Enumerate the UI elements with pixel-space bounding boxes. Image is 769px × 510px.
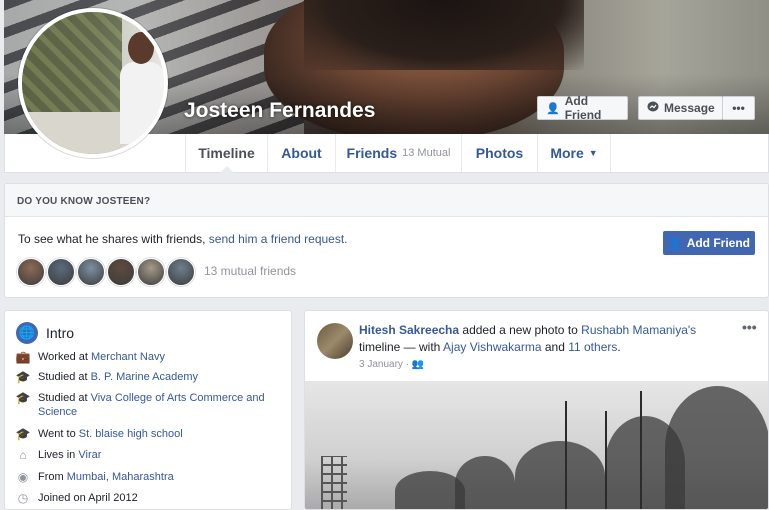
intro-row-prefix: Studied at — [38, 392, 91, 404]
tab-about-label: About — [281, 145, 322, 161]
more-options-label: ••• — [732, 101, 745, 115]
post-menu-button[interactable]: ••• — [742, 319, 757, 335]
tab-photos-label: Photos — [475, 145, 524, 161]
intro-row-link[interactable]: Merchant Navy — [91, 351, 165, 363]
intro-row-prefix: Went to — [38, 428, 79, 440]
intro-row-prefix: Studied at — [38, 371, 91, 383]
tab-timeline-label: Timeline — [198, 145, 255, 161]
tab-friends[interactable]: Friends 13 Mutual — [335, 134, 461, 172]
intro-row-joined-text: Joined on April 2012 — [38, 492, 138, 504]
timeline-post: Hitesh Sakreecha added a new photo to Ru… — [304, 310, 769, 510]
mutual-friends-count[interactable]: 13 mutual friends — [204, 264, 296, 278]
intro-row-from: ◉ From Mumbai, Maharashtra — [15, 470, 275, 484]
avatar-shirt — [120, 62, 164, 144]
intro-row-school: 🎓 Went to St. blaise high school — [15, 427, 275, 441]
mutual-friend-avatar[interactable] — [107, 258, 135, 286]
add-friend-secondary-label: Add Friend — [686, 236, 751, 250]
intro-title-label: Intro — [46, 325, 75, 341]
tab-more[interactable]: More ▼ — [537, 134, 611, 172]
message-button[interactable]: Message — [638, 96, 723, 120]
post-others-link[interactable]: 11 others — [568, 340, 617, 354]
post-action-text: added a new photo to — [459, 323, 582, 337]
intro-row-prefix: From — [38, 471, 67, 483]
friend-request-prompt: To see what he shares with friends, send… — [18, 232, 348, 246]
photo-branch — [640, 391, 642, 509]
prompt-text: To see what he shares with friends, — [18, 232, 209, 246]
intro-row-education-1: 🎓 Studied at B. P. Marine Academy — [15, 370, 275, 384]
intro-row-prefix: Lives in — [38, 449, 79, 461]
intro-row-link[interactable]: B. P. Marine Academy — [91, 371, 198, 383]
add-friend-button-secondary[interactable]: 👤 Add Friend — [663, 231, 755, 255]
profile-picture[interactable] — [18, 8, 168, 158]
graduation-cap-icon: 🎓 — [15, 391, 31, 405]
post-header-text: Hitesh Sakreecha added a new photo to Ru… — [359, 322, 729, 356]
post-photo[interactable] — [305, 381, 768, 509]
profile-name[interactable]: Josteen Fernandes — [184, 99, 375, 123]
send-friend-request-link[interactable]: send him a friend request. — [209, 232, 348, 246]
photo-tree — [515, 441, 605, 509]
intro-row-link[interactable]: St. blaise high school — [79, 428, 183, 440]
avatar-person — [120, 32, 164, 144]
photo-tree — [455, 456, 515, 509]
post-target-link[interactable]: Rushabh Mamaniya's — [581, 323, 696, 337]
intro-row-joined: ◷ Joined on April 2012 — [15, 491, 275, 505]
post-author-avatar[interactable] — [317, 323, 353, 359]
tab-about[interactable]: About — [267, 134, 335, 172]
graduation-cap-icon: 🎓 — [15, 370, 31, 384]
graduation-cap-icon: 🎓 — [15, 427, 31, 441]
intro-title: 🌐 Intro — [16, 322, 74, 344]
intro-row-education-2: 🎓 Studied at Viva College of Arts Commer… — [15, 391, 275, 419]
tab-photos[interactable]: Photos — [461, 134, 537, 172]
post-period: . — [617, 340, 621, 354]
post-and-text: and — [541, 340, 569, 354]
tab-friends-count: 13 Mutual — [402, 147, 451, 159]
photo-branch — [565, 401, 567, 509]
mutual-friend-avatar[interactable] — [137, 258, 165, 286]
more-options-button[interactable]: ••• — [722, 96, 755, 120]
intro-row-link[interactable]: Virar — [78, 449, 101, 461]
intro-row-prefix: Worked at — [38, 351, 91, 363]
photo-tree — [665, 386, 768, 509]
cover-hair — [304, 0, 584, 70]
post-tagged-link[interactable]: Ajay Vishwakarma — [443, 340, 541, 354]
add-friend-label: Add Friend — [564, 94, 602, 122]
mutual-friend-avatar[interactable] — [77, 258, 105, 286]
tab-friends-label: Friends — [346, 145, 398, 161]
post-date[interactable]: 3 January — [359, 359, 403, 370]
avatar-wall — [22, 12, 122, 112]
location-pin-icon: ◉ — [17, 470, 29, 484]
tab-timeline[interactable]: Timeline — [185, 134, 267, 173]
briefcase-icon: 💼 — [15, 350, 31, 364]
home-icon: ⌂ — [19, 448, 27, 462]
avatar-head — [128, 32, 154, 64]
do-you-know-heading: DO YOU KNOW JOSTEEN? — [5, 184, 768, 217]
caret-down-icon: ▼ — [588, 148, 598, 158]
intro-card: 🌐 Intro 💼 Worked at Merchant Navy 🎓 Stud… — [4, 310, 292, 510]
intro-row-work: 💼 Worked at Merchant Navy — [15, 350, 275, 364]
message-label: Message — [664, 101, 715, 115]
mutual-friend-avatar[interactable] — [167, 258, 195, 286]
post-with-text: timeline — with — [359, 340, 444, 354]
add-friend-button[interactable]: 👤 Add Friend — [537, 94, 628, 122]
add-friend-icon: 👤 — [667, 237, 682, 250]
audience-friends-icon[interactable]: · 👥 — [406, 359, 425, 370]
intro-row-link[interactable]: Mumbai, Maharashtra — [67, 471, 174, 483]
intro-row-lives: ⌂ Lives in Virar — [15, 448, 275, 462]
post-author-link[interactable]: Hitesh Sakreecha — [359, 323, 459, 337]
photo-tower — [321, 456, 347, 509]
mutual-friend-avatar[interactable] — [47, 258, 75, 286]
post-meta: 3 January · 👥 — [359, 359, 424, 370]
clock-icon: ◷ — [17, 491, 29, 505]
globe-icon: 🌐 — [16, 322, 38, 344]
tab-more-label: More — [550, 145, 584, 161]
photo-branch — [605, 411, 607, 509]
do-you-know-card: DO YOU KNOW JOSTEEN? To see what he shar… — [4, 183, 769, 298]
messenger-icon — [647, 101, 659, 116]
mutual-friends-avatars — [17, 258, 197, 286]
mutual-friend-avatar[interactable] — [17, 258, 45, 286]
add-friend-icon: 👤 — [546, 102, 560, 115]
